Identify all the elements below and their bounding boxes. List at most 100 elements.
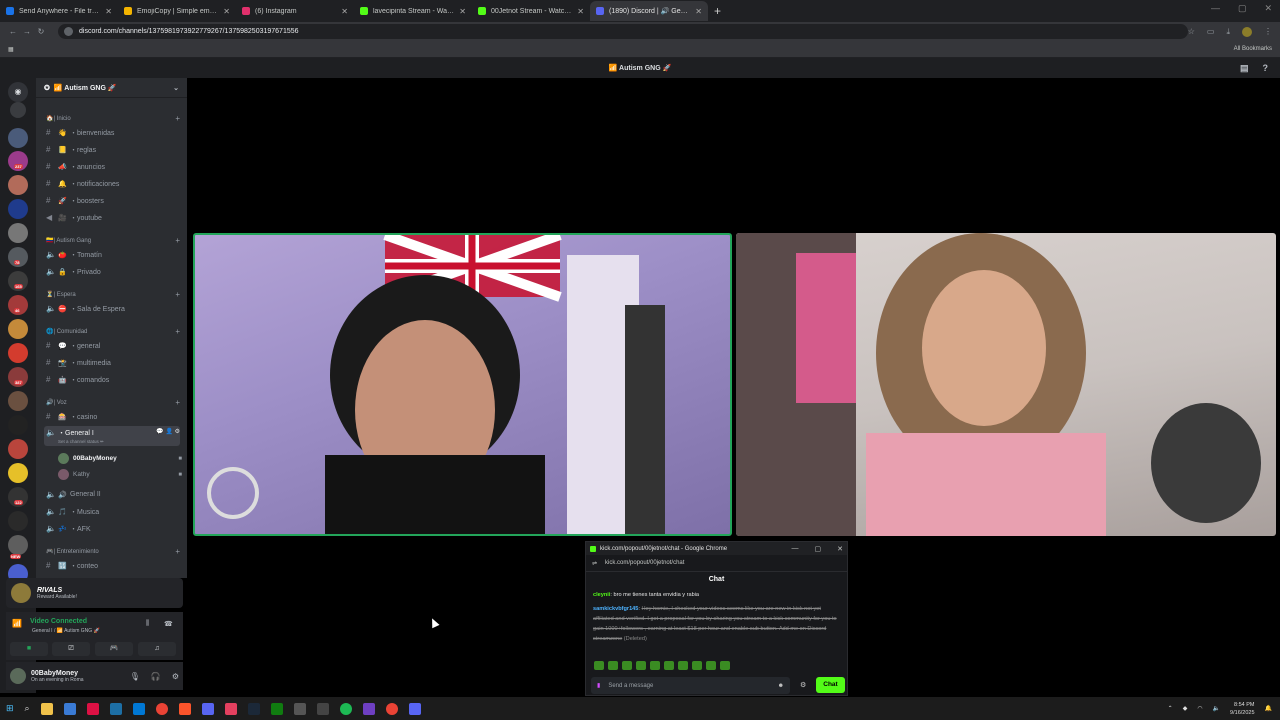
channel-conteo[interactable]: # 🔢 ・conteo (44, 558, 180, 573)
maximize-icon[interactable]: ▢ (1238, 3, 1247, 14)
avatar[interactable] (10, 668, 26, 684)
server-icon[interactable] (10, 102, 26, 118)
close-icon[interactable]: ✕ (837, 545, 843, 553)
tab-00jetnot[interactable]: 00Jetnot Stream - Watch Live o ✕ (472, 1, 590, 21)
chrome-icon[interactable] (155, 702, 168, 715)
tab-close-icon[interactable]: ✕ (459, 7, 466, 16)
minimize-icon[interactable]: — (1211, 3, 1220, 14)
app-icon[interactable] (362, 702, 375, 715)
category-espera[interactable]: ⏳ | Espera + (46, 290, 180, 299)
forward-icon[interactable]: → (20, 27, 34, 36)
cast-icon[interactable]: ▭ (1207, 27, 1215, 36)
emote-icon[interactable] (692, 661, 702, 670)
add-channel-icon[interactable]: + (175, 290, 180, 299)
chat-username[interactable]: samkickvbfgr145 (593, 606, 638, 612)
add-channel-icon[interactable]: + (175, 398, 180, 407)
voice-user-00babymoney[interactable]: 00BabyMoney ■ (58, 453, 182, 464)
app-icon[interactable] (109, 702, 122, 715)
download-icon[interactable]: ⤓ (1226, 27, 1230, 37)
settings-icon[interactable] (293, 702, 306, 715)
channel-status[interactable]: Set a channel status ✏ (58, 439, 104, 445)
tab-send-anywhere[interactable]: Send Anywhere - File transfer ✕ (0, 1, 118, 21)
tab-close-icon[interactable]: ✕ (695, 7, 702, 16)
category-comunidad[interactable]: 🌐 | Comunidad + (46, 327, 180, 336)
tab-discord[interactable]: (1890) Discord | 🔊 General ✕ (590, 1, 708, 21)
server-icon[interactable] (8, 535, 28, 555)
volume-icon[interactable]: 🔈 (1213, 705, 1220, 712)
chrome-icon[interactable] (385, 702, 398, 715)
discord-icon[interactable] (201, 702, 214, 715)
all-bookmarks[interactable]: All Bookmarks (1234, 46, 1272, 52)
wifi-icon[interactable]: ◠ (1197, 705, 1202, 712)
channel-anuncios[interactable]: # 📣 ・anuncios (44, 159, 180, 174)
server-icon[interactable] (8, 175, 28, 195)
bookmark-star-icon[interactable]: ☆ (1188, 27, 1195, 36)
channel-general[interactable]: # 💬 ・general (44, 338, 180, 353)
tab-close-icon[interactable]: ✕ (577, 7, 584, 16)
voice-channel-path[interactable]: General I / 📶 Autism GNG 🚀 (32, 628, 100, 634)
server-icon[interactable] (8, 343, 28, 363)
microphone-icon[interactable]: 🎙 (130, 672, 140, 681)
outlook-icon[interactable] (132, 702, 145, 715)
server-icon[interactable] (8, 463, 28, 483)
menu-dots-icon[interactable]: ⋮ (1264, 27, 1272, 36)
chat-settings-icon[interactable]: ⚙ (800, 681, 806, 689)
category-voz[interactable]: 🔊 | Voz + (46, 398, 180, 407)
server-icon[interactable] (8, 223, 28, 243)
tab-close-icon[interactable]: ✕ (341, 7, 348, 16)
noise-suppression-icon[interactable]: ⫼ (146, 620, 149, 628)
emoji-picker-icon[interactable]: ☻ (778, 683, 784, 689)
app-icon[interactable] (316, 702, 329, 715)
rivals-reward-promo[interactable]: RIVALS Reward Available! (6, 578, 183, 608)
xbox-icon[interactable] (270, 702, 283, 715)
emote-icon[interactable] (678, 661, 688, 670)
emote-icon[interactable] (622, 661, 632, 670)
clock[interactable]: 8:54 PM 9/16/2025 (1230, 701, 1254, 717)
server-header[interactable]: ✪ 📶 Autism GNG 🚀 ⌄ (36, 78, 187, 98)
emote-icon[interactable] (594, 661, 604, 670)
channel-privado[interactable]: 🔈 🔒 ・Privado (44, 264, 180, 279)
headphones-icon[interactable]: 🎧 (151, 672, 161, 681)
server-icon[interactable] (8, 391, 28, 411)
channel-reglas[interactable]: # 📒 ・reglas (44, 142, 180, 157)
tab-instagram[interactable]: (6) Instagram ✕ (236, 1, 354, 21)
inbox-icon[interactable]: ▤ (1240, 63, 1249, 74)
disconnect-icon[interactable]: ☎ (164, 620, 173, 628)
new-tab-icon[interactable]: + (714, 4, 721, 18)
channel-musica[interactable]: 🔈 🎵 ・Musica (44, 504, 180, 519)
chevron-down-icon[interactable]: ⌄ (173, 84, 179, 92)
server-icon[interactable] (8, 128, 28, 148)
tab-lavecipinta[interactable]: lavecipinta Stream - Watch Live✕ (354, 1, 472, 21)
server-icon[interactable] (8, 439, 28, 459)
app-icon[interactable] (86, 702, 99, 715)
server-icon[interactable] (8, 199, 28, 219)
steam-icon[interactable] (247, 702, 260, 715)
server-icon[interactable] (8, 415, 28, 435)
channel-sala-de-espera[interactable]: 🔈 ⛔ ・Sala de Espera (44, 301, 180, 316)
settings-gear-icon[interactable]: ⚙ (175, 429, 180, 435)
reload-icon[interactable]: ↻ (34, 27, 48, 36)
voice-user-kathy[interactable]: Kathy ■ (58, 469, 182, 480)
add-channel-icon[interactable]: + (175, 114, 180, 123)
server-icon[interactable] (8, 319, 28, 339)
maximize-icon[interactable]: ▢ (815, 545, 822, 553)
tray-chevron-icon[interactable]: ⌃ (1168, 705, 1173, 712)
emote-icon[interactable] (706, 661, 716, 670)
microphone-icon[interactable]: ▮ (597, 682, 600, 689)
windows-start-icon[interactable]: ⊞ (6, 703, 14, 714)
emote-icon[interactable] (664, 661, 674, 670)
channel-youtube[interactable]: ◀ 🎥 ・youtube (44, 210, 180, 225)
chat-username[interactable]: cleynii (593, 592, 610, 598)
screen-share-button[interactable]: ⎚ (52, 642, 90, 656)
tab-close-icon[interactable]: ✕ (105, 7, 112, 16)
voice-status[interactable]: Video Connected (30, 618, 87, 625)
site-settings-icon[interactable]: ⇌ (592, 560, 597, 567)
close-window-icon[interactable]: ✕ (1264, 3, 1272, 14)
soundboard-button[interactable]: ♫ (138, 642, 176, 656)
spotify-icon[interactable] (339, 702, 352, 715)
discord-icon[interactable] (408, 702, 421, 715)
channel-boosters[interactable]: # 🚀 ・boosters (44, 193, 180, 208)
chat-message-input[interactable]: ▮ Send a message ☻ (591, 677, 790, 694)
server-icon[interactable] (8, 511, 28, 531)
store-icon[interactable] (63, 702, 76, 715)
